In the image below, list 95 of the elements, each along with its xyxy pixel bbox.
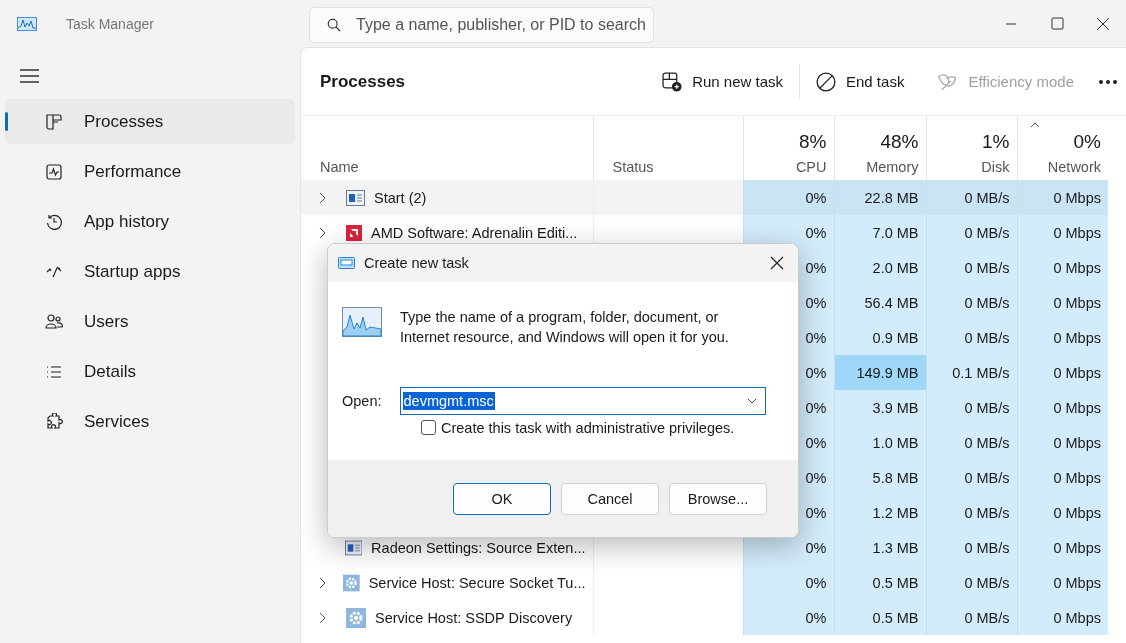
memory-cell: 2.0 MB — [834, 250, 926, 285]
network-cell: 0 Mbps — [1017, 180, 1108, 215]
page-title: Processes — [320, 71, 406, 92]
chevron-icon[interactable] — [319, 576, 327, 589]
software-app-icon — [346, 224, 362, 241]
network-cell: 0 Mbps — [1017, 460, 1108, 495]
network-cell: 0 Mbps — [1017, 320, 1108, 355]
disk-cell: 0 MB/s — [926, 495, 1017, 530]
memory-cell: 0.9 MB — [834, 320, 926, 355]
network-cell: 0 Mbps — [1017, 285, 1108, 320]
network-cell: 0 Mbps — [1017, 530, 1108, 565]
sidebar-item[interactable]: App history — [5, 199, 295, 244]
dialog-button[interactable]: Browse... — [669, 483, 767, 515]
app-logo-icon — [17, 16, 37, 31]
dropdown-caret-icon[interactable] — [746, 397, 757, 404]
sidebar-item[interactable]: Startup apps — [5, 249, 295, 294]
memory-cell: 5.8 MB — [834, 460, 926, 495]
dialog-button[interactable]: Cancel — [561, 483, 659, 515]
network-cell: 0 Mbps — [1017, 600, 1108, 635]
disk-cell: 0 MB/s — [926, 285, 1017, 320]
memory-cell: 56.4 MB — [834, 285, 926, 320]
memory-cell: 7.0 MB — [834, 215, 926, 250]
toolbar-button[interactable]: End task — [800, 63, 921, 100]
users-icon — [45, 312, 63, 331]
close-icon[interactable] — [770, 256, 784, 270]
app-window-icon — [344, 539, 363, 556]
open-label: Open: — [342, 392, 382, 409]
sidebar-item[interactable]: Users — [5, 299, 295, 344]
sidebar-item[interactable]: Services — [5, 399, 295, 444]
process-name: Radeon Settings: Source Exten... — [371, 539, 586, 556]
memory-cell: 1.0 MB — [834, 425, 926, 460]
cpu-cell: 0% — [743, 600, 834, 635]
sidebar-item[interactable]: Details — [5, 349, 295, 394]
sort-caret-icon — [1029, 122, 1040, 128]
more-icon[interactable] — [1098, 78, 1118, 85]
disk-cell: 0 MB/s — [926, 215, 1017, 250]
checkbox-label: Create this task with administrative privileges. — [441, 419, 735, 436]
disk-cell: 0 MB/s — [926, 250, 1017, 285]
network-cell: 0 Mbps — [1017, 250, 1108, 285]
process-name: Start (2) — [374, 189, 427, 206]
window-title: Task Manager — [66, 15, 155, 32]
network-cell: 0 Mbps — [1017, 495, 1108, 530]
disk-cell: 0 MB/s — [926, 565, 1017, 600]
disk-cell: 0 MB/s — [926, 530, 1017, 565]
cpu-cell: 0% — [743, 180, 834, 215]
network-cell: 0 Mbps — [1017, 355, 1108, 390]
activity-chart-icon — [342, 307, 382, 337]
memory-cell: 0.5 MB — [834, 565, 926, 600]
app-window-icon — [346, 189, 365, 206]
disk-cell: 0 MB/s — [926, 425, 1017, 460]
chevron-icon[interactable] — [319, 611, 327, 624]
network-cell: 0 Mbps — [1017, 425, 1108, 460]
sidebar-item[interactable]: Processes — [5, 99, 295, 144]
disk-cell: 0 MB/s — [926, 390, 1017, 425]
disk-cell: 0 MB/s — [926, 180, 1017, 215]
disk-cell: 0 MB/s — [926, 460, 1017, 495]
search-icon — [326, 17, 342, 33]
add-task-icon — [662, 71, 683, 92]
dialog-button[interactable]: OK — [453, 483, 551, 515]
process-name: AMD Software: Adrenalin Editi... — [371, 224, 578, 241]
sidebar-item[interactable]: Performance — [5, 149, 295, 194]
process-name: Service Host: Secure Socket Tu... — [368, 574, 586, 591]
dialog-title: Create new task — [364, 255, 469, 271]
memory-cell: 1.3 MB — [834, 530, 926, 565]
gear-icon — [343, 572, 360, 593]
run-window-icon — [338, 257, 355, 269]
memory-cell: 149.9 MB — [834, 355, 926, 390]
cpu-cell: 0% — [743, 565, 834, 600]
toolbar-button[interactable]: Run new task — [646, 63, 799, 100]
open-field[interactable]: devmgmt.msc — [399, 386, 766, 415]
disk-cell: 0 MB/s — [926, 320, 1017, 355]
memory-cell: 0.5 MB — [834, 600, 926, 635]
dialog-message: Type the name of a program, folder, document, or Internet resource, and Windows will open it for you. — [400, 308, 730, 347]
blocked-circle-icon — [816, 71, 836, 92]
memory-cell: 3.9 MB — [834, 390, 926, 425]
grid-icon — [45, 112, 63, 131]
chevron-icon[interactable] — [319, 191, 327, 204]
memory-cell: 22.8 MB — [834, 180, 926, 215]
column-header[interactable]: Name — [301, 116, 593, 180]
leaf-icon — [936, 71, 959, 92]
menu-icon[interactable] — [20, 69, 39, 83]
history-icon — [45, 212, 63, 231]
memory-cell: 1.2 MB — [834, 495, 926, 530]
network-cell: 0 Mbps — [1017, 215, 1108, 250]
disk-cell: 0 MB/s — [926, 600, 1017, 635]
process-name: Service Host: SSDP Discovery — [375, 609, 573, 626]
admin-checkbox[interactable] — [421, 420, 436, 435]
pulse-chart-icon — [45, 162, 63, 181]
disk-cell: 0.1 MB/s — [926, 355, 1017, 390]
gear-icon — [346, 607, 366, 628]
chevron-icon[interactable] — [319, 226, 327, 239]
network-cell: 0 Mbps — [1017, 390, 1108, 425]
puzzle-icon — [45, 412, 63, 431]
search-field[interactable]: Type a name, publisher, or PID to search — [309, 7, 654, 43]
network-cell: 0 Mbps — [1017, 565, 1108, 600]
